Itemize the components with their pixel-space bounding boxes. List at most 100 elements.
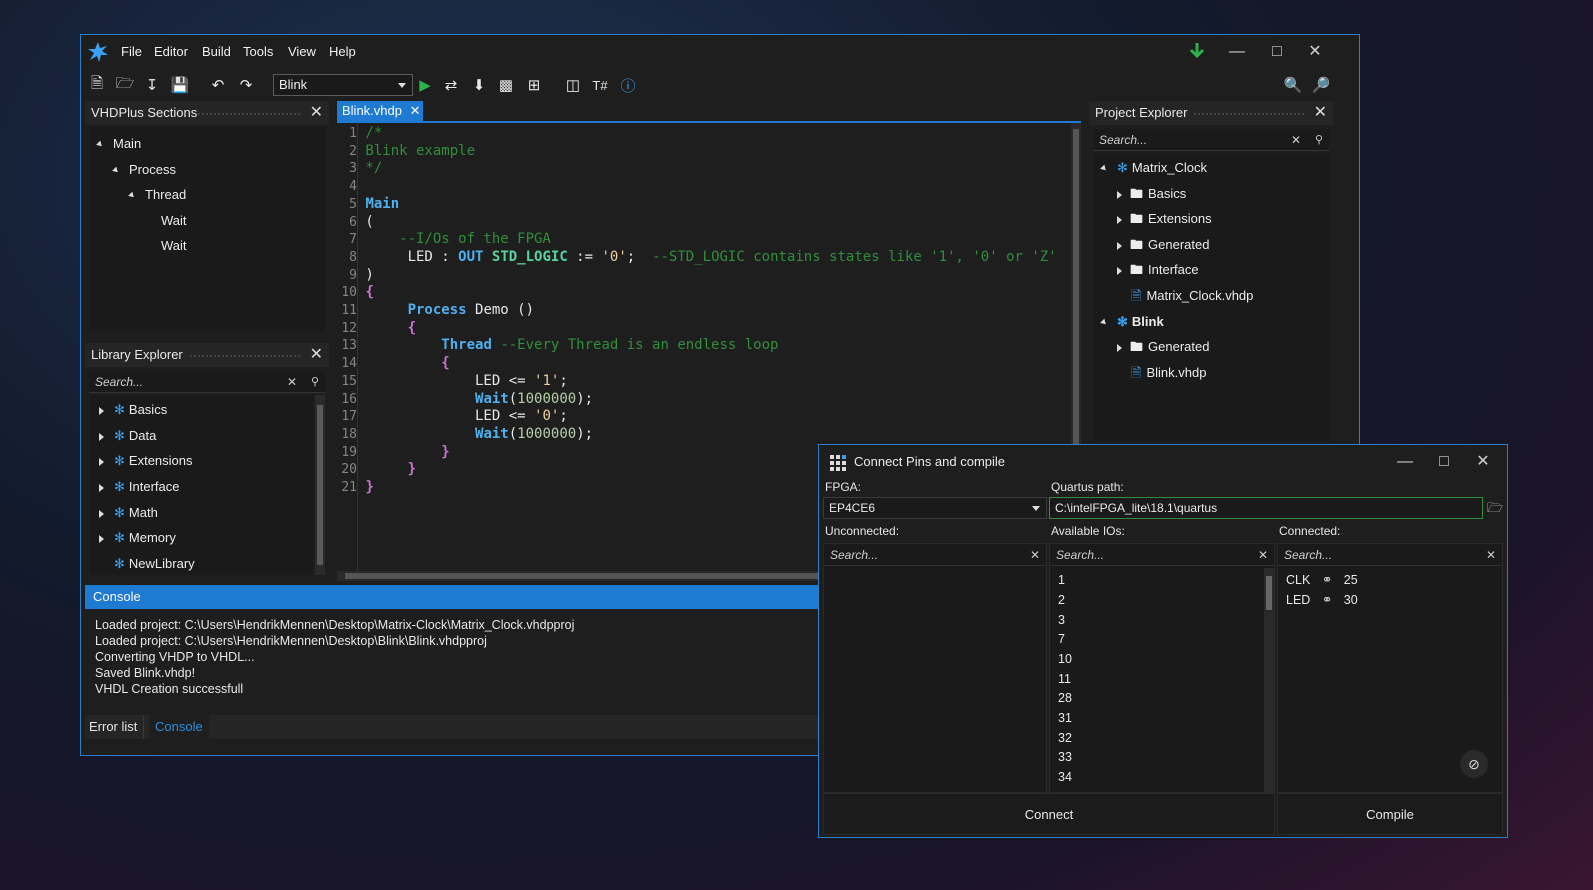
clear-icon[interactable]: ✕ — [1030, 544, 1040, 566]
folder-generated[interactable]: 🖿 Generated — [1117, 234, 1209, 256]
available-ios-scrollbar[interactable] — [1264, 568, 1274, 792]
tab-error-list[interactable]: Error list — [89, 715, 145, 739]
maximize-button[interactable]: □ — [1424, 449, 1464, 475]
tree-item-process[interactable]: Process — [112, 159, 176, 181]
close-icon[interactable]: ✕ — [310, 101, 323, 125]
available-search-input[interactable]: Search... ✕ — [1050, 544, 1274, 566]
close-icon[interactable]: ✕ — [1314, 101, 1327, 125]
zoom-in-icon[interactable]: 🔎 — [1309, 71, 1333, 99]
menu-build[interactable]: Build — [202, 35, 231, 69]
clear-icon[interactable]: ✕ — [1258, 544, 1268, 566]
close-icon[interactable]: ✕ — [410, 103, 421, 118]
expand-icon — [128, 191, 136, 200]
pin-connect-icon[interactable]: ⊞ — [522, 71, 546, 99]
maximize-button[interactable]: □ — [1257, 39, 1297, 65]
io-item[interactable]: 1 — [1058, 570, 1065, 590]
zoom-out-icon[interactable]: 🔍 — [1281, 71, 1305, 99]
connected-search-input[interactable]: Search... ✕ — [1278, 544, 1502, 566]
help-icon[interactable]: ⓘ — [616, 71, 640, 99]
library-item-memory[interactable]: ✻ Memory — [99, 527, 176, 549]
io-item[interactable]: 34 — [1058, 767, 1072, 787]
library-item-data[interactable]: ✻ Data — [99, 425, 156, 447]
folder-extensions[interactable]: 🖿 Extensions — [1117, 208, 1212, 230]
tree-item-main[interactable]: Main — [96, 133, 141, 155]
library-item-math[interactable]: ✻ Math — [99, 502, 158, 524]
connected-item[interactable]: CLK ⚭ 25 — [1286, 570, 1358, 590]
library-item-extensions[interactable]: ✻ Extensions — [99, 450, 193, 472]
project-item-blink[interactable]: ✻ Blink — [1100, 311, 1164, 333]
undo-icon[interactable]: ↶ — [206, 71, 230, 99]
io-item[interactable]: 2 — [1058, 590, 1065, 610]
io-item[interactable]: 10 — [1058, 649, 1072, 669]
connected-list[interactable]: Search... ✕ CLK ⚭ 25 LED ⚭ 30 ⊘ — [1277, 543, 1503, 793]
file-icon: 🗎 — [1131, 365, 1142, 380]
text-format-icon[interactable]: T# — [588, 71, 612, 99]
compile-button[interactable]: Compile — [1277, 793, 1503, 835]
browse-folder-icon[interactable]: 🗁 — [1487, 499, 1503, 521]
save-icon[interactable]: 💾 — [168, 71, 192, 99]
folder-icon: 🖿 — [1130, 339, 1144, 354]
close-button[interactable]: ✕ — [1295, 39, 1335, 65]
project-item-matrix-clock[interactable]: ✻ Matrix_Clock — [1100, 157, 1207, 179]
io-item[interactable]: 3 — [1058, 610, 1065, 630]
quartus-path-input[interactable]: C:\intelFPGA_lite\18.1\quartus — [1049, 497, 1483, 519]
close-button[interactable]: ✕ — [1463, 449, 1503, 475]
io-item[interactable]: 32 — [1058, 728, 1072, 748]
open-folder-icon[interactable]: 🗁 — [113, 71, 137, 99]
clear-icon[interactable]: ✕ — [1291, 129, 1301, 151]
file-matrix-clock-vhdp[interactable]: 🗎 Matrix_Clock.vhdp — [1131, 285, 1253, 307]
tree-item-thread[interactable]: Thread — [128, 184, 186, 206]
library-search-input[interactable]: Search... ✕ ⚲ — [89, 371, 325, 393]
library-item-newlibrary[interactable]: ✻ NewLibrary — [114, 553, 195, 575]
connect-button[interactable]: Connect — [823, 793, 1275, 835]
io-item[interactable]: 7 — [1058, 629, 1065, 649]
convert-icon[interactable]: ⇄ — [439, 71, 463, 99]
project-search-input[interactable]: Search... ✕ ⚲ — [1093, 129, 1329, 151]
fpga-select[interactable]: EP4CE6 — [823, 497, 1047, 519]
folder-generated[interactable]: 🖿 Generated — [1117, 336, 1209, 358]
unconnected-list[interactable]: Search... ✕ — [823, 543, 1047, 793]
library-item-interface[interactable]: ✻ Interface — [99, 476, 180, 498]
new-file-icon[interactable]: 🗎 — [85, 71, 109, 99]
project-icon: ✻ — [1117, 160, 1128, 175]
clear-icon[interactable]: ✕ — [287, 371, 297, 393]
tab-blink-vhdp[interactable]: Blink.vhdp ✕ — [337, 101, 423, 121]
tab-console[interactable]: Console — [149, 715, 209, 739]
project-select[interactable]: Blink — [273, 74, 413, 96]
import-icon[interactable]: ↧ — [140, 71, 164, 99]
unlink-all-icon[interactable]: ⊘ — [1460, 750, 1488, 778]
redo-icon[interactable]: ↷ — [234, 71, 258, 99]
connected-item[interactable]: LED ⚭ 30 — [1286, 590, 1358, 610]
menu-editor[interactable]: Editor — [154, 35, 188, 69]
library-icon: ✻ — [114, 556, 125, 571]
io-item[interactable]: 31 — [1058, 708, 1072, 728]
available-ios-list[interactable]: Search... ✕ 1 2 3 7 10 11 28 31 32 33 34 — [1049, 543, 1275, 793]
minimize-button[interactable]: — — [1385, 449, 1425, 475]
io-item[interactable]: 33 — [1058, 747, 1072, 767]
io-item[interactable]: 11 — [1058, 669, 1071, 689]
library-item-basics[interactable]: ✻ Basics — [99, 399, 167, 421]
update-download-icon[interactable] — [1177, 39, 1217, 65]
chip-icon[interactable]: ▩ — [494, 71, 518, 99]
folder-basics[interactable]: 🖿 Basics — [1117, 183, 1186, 205]
clear-icon[interactable]: ✕ — [1486, 544, 1496, 566]
simulator-icon[interactable]: ◫ — [561, 71, 585, 99]
tree-item-wait[interactable]: Wait — [161, 235, 187, 257]
library-scrollbar[interactable] — [315, 395, 325, 575]
menu-tools[interactable]: Tools — [243, 35, 273, 69]
search-icon[interactable]: ⚲ — [311, 371, 319, 393]
menu-file[interactable]: File — [121, 35, 142, 69]
close-icon[interactable]: ✕ — [310, 343, 323, 367]
project-explorer-panel: Project Explorer ✕ Search... ✕ ⚲ ✻ Matrix… — [1089, 101, 1333, 441]
io-item[interactable]: 28 — [1058, 688, 1072, 708]
folder-interface[interactable]: 🖿 Interface — [1117, 259, 1199, 281]
menu-view[interactable]: View — [288, 35, 316, 69]
download-icon[interactable]: ⬇ — [467, 71, 491, 99]
minimize-button[interactable]: — — [1217, 39, 1257, 65]
unconnected-search-input[interactable]: Search... ✕ — [824, 544, 1046, 566]
file-blink-vhdp[interactable]: 🗎 Blink.vhdp — [1131, 362, 1206, 384]
tree-item-wait[interactable]: Wait — [161, 210, 187, 232]
run-icon[interactable]: ▶ — [413, 71, 437, 99]
search-icon[interactable]: ⚲ — [1315, 129, 1323, 151]
menu-help[interactable]: Help — [329, 35, 356, 69]
